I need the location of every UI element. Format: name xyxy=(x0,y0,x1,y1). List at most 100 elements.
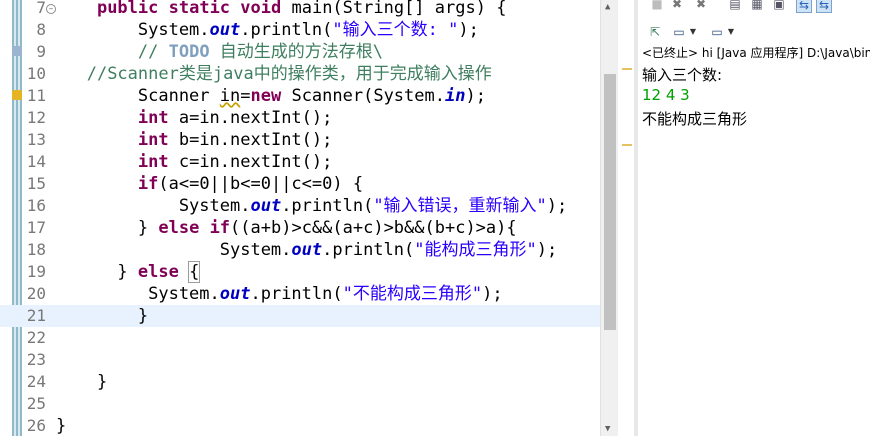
chevron-down-icon[interactable]: ▼ xyxy=(686,25,700,39)
code-line[interactable]: 7− public static void main(String[] args… xyxy=(0,0,600,19)
line-number: 7 xyxy=(36,0,46,17)
line-number: 11 xyxy=(26,86,46,105)
code-token: public xyxy=(96,0,159,18)
pin-console-icon[interactable]: ⇆ xyxy=(796,0,812,13)
line-number: 14 xyxy=(26,152,46,171)
warning-icon[interactable] xyxy=(12,90,22,100)
scroll-down-arrow-icon[interactable]: ▼ xyxy=(605,424,610,434)
overview-warning-mark[interactable] xyxy=(622,68,632,70)
line-number: 8 xyxy=(36,20,46,39)
task-marker-icon[interactable] xyxy=(12,46,22,56)
code-line[interactable]: 16 System.out.println("输入错误，重新输入"); xyxy=(0,195,600,217)
scroll-up-arrow-icon[interactable]: ▲ xyxy=(605,2,610,12)
code-editor[interactable]: 7− public static void main(String[] args… xyxy=(0,0,618,436)
code-line[interactable]: 13 int b=in.nextInt(); xyxy=(0,129,600,151)
code-lines[interactable]: 7− public static void main(String[] args… xyxy=(0,0,600,436)
code-line[interactable]: 23 xyxy=(0,349,600,371)
line-number: 26 xyxy=(26,416,46,435)
code-token: ); xyxy=(465,86,486,106)
stop-icon[interactable]: ■ xyxy=(650,0,664,11)
code-line[interactable]: 11 Scanner in=new Scanner(System.in); xyxy=(0,85,600,107)
code-token: b=in.nextInt(); xyxy=(168,130,333,150)
console-toggle-icon[interactable]: ⇆ xyxy=(816,0,832,13)
code-line[interactable]: 25 xyxy=(0,393,600,415)
fold-toggle-icon[interactable]: − xyxy=(46,4,56,14)
code-line[interactable]: 14 int c=in.nextInt(); xyxy=(0,151,600,173)
overview-ruler[interactable] xyxy=(620,0,634,436)
console-view: ■ ✖ ✖ ▤ ▦ ▣ ⇆ ⇆ ⇱ ▭ ▼ ▭ ▼ <已终止> hi [Java… xyxy=(638,0,870,436)
code-text[interactable]: System.out.println("能构成三角形"); xyxy=(56,239,557,261)
word-wrap-icon[interactable]: ▦ xyxy=(750,0,764,11)
code-token: .println( xyxy=(240,20,333,40)
code-text[interactable]: //Scanner类是java中的操作类，用于完成输入操作 xyxy=(56,63,492,85)
code-line[interactable]: 18 System.out.println("能构成三角形"); xyxy=(0,239,600,261)
open-console-icon[interactable]: ⇱ xyxy=(648,25,662,39)
code-line[interactable]: 17 } else if((a+b)>c&&(a+c)>b&&(b+c)>a){ xyxy=(0,217,600,239)
code-text[interactable]: if(a<=0||b<=0||c<=0) { xyxy=(56,173,363,195)
code-token: System. xyxy=(56,196,251,216)
code-line[interactable]: 8 System.out.println("输入三个数: "); xyxy=(0,19,600,41)
code-line[interactable]: 12 int a=in.nextInt(); xyxy=(0,107,600,129)
code-token: } xyxy=(56,262,138,282)
code-line[interactable]: 24 } xyxy=(0,371,600,393)
code-text[interactable]: int a=in.nextInt(); xyxy=(56,107,332,129)
code-text[interactable]: } xyxy=(56,415,66,436)
line-number: 19 xyxy=(26,262,46,281)
code-text[interactable]: } else { xyxy=(56,261,201,283)
code-token: a=in.nextInt(); xyxy=(168,108,333,128)
code-token: out xyxy=(291,240,323,260)
code-text[interactable]: System.out.println("输入错误，重新输入"); xyxy=(56,195,567,217)
code-line[interactable]: 9 // TODO 自动生成的方法存根\ xyxy=(0,41,600,63)
code-line[interactable]: 10 //Scanner类是java中的操作类，用于完成输入操作 xyxy=(0,63,600,85)
scrollbar-thumb[interactable] xyxy=(604,74,616,330)
code-text[interactable]: public static void main(String[] args) { xyxy=(56,0,507,19)
new-console-icon[interactable]: ▭ xyxy=(710,25,724,39)
code-token: // xyxy=(137,42,169,62)
code-token: "输入错误，重新输入" xyxy=(373,196,547,216)
chevron-down-icon[interactable]: ▼ xyxy=(724,25,738,39)
code-token: } xyxy=(56,416,67,436)
code-text[interactable]: // TODO 自动生成的方法存根\ xyxy=(56,41,383,63)
code-token: ); xyxy=(458,20,479,40)
line-number: 16 xyxy=(26,196,46,215)
editor-vertical-scrollbar[interactable]: ▲ ▼ xyxy=(600,0,618,436)
code-token: else xyxy=(137,262,179,282)
code-token: 自动生成的方法存根\ xyxy=(209,42,384,62)
code-token: if xyxy=(209,218,231,238)
code-token: if xyxy=(137,174,159,194)
show-console-icon[interactable]: ▣ xyxy=(772,0,786,11)
line-number: 22 xyxy=(26,328,46,347)
code-text[interactable]: System.out.println("不能构成三角形"); xyxy=(56,283,502,305)
remove-launch-icon[interactable]: ✖ xyxy=(670,0,684,11)
console-output-line: 输入三个数: xyxy=(642,66,723,84)
code-line[interactable]: 15 if(a<=0||b<=0||c<=0) { xyxy=(0,173,600,195)
code-token: TODO xyxy=(168,42,210,62)
scroll-lock-icon[interactable]: ▤ xyxy=(728,0,742,11)
code-text[interactable]: int c=in.nextInt(); xyxy=(56,151,332,173)
display-selected-console-icon[interactable]: ▭ xyxy=(672,25,686,39)
code-token: "不能构成三角形" xyxy=(342,284,483,304)
code-text[interactable]: } xyxy=(56,305,148,327)
code-text[interactable]: } else if((a+b)>c&&(a+c)>b&&(b+c)>a){ xyxy=(56,217,517,239)
overview-warning-mark[interactable] xyxy=(622,144,632,146)
code-token: ) { xyxy=(475,0,507,18)
code-line[interactable]: 20 System.out.println("不能构成三角形"); xyxy=(0,283,600,305)
remove-all-icon[interactable]: ✖ xyxy=(694,0,708,11)
code-text[interactable]: System.out.println("输入三个数: "); xyxy=(56,19,479,41)
console-status-label: <已终止> hi [Java 应用程序] D:\Java\bin\ xyxy=(642,46,870,60)
code-line[interactable]: 22 xyxy=(0,327,600,349)
code-line[interactable]: 19 } else { xyxy=(0,261,600,283)
code-line[interactable]: 21 } xyxy=(0,305,600,327)
code-text[interactable]: Scanner in=new Scanner(System.in); xyxy=(56,85,486,107)
code-text[interactable]: } xyxy=(56,371,107,393)
code-text[interactable]: int b=in.nextInt(); xyxy=(56,129,332,151)
code-line[interactable]: 26} xyxy=(0,415,600,436)
code-token: .println( xyxy=(322,240,415,260)
